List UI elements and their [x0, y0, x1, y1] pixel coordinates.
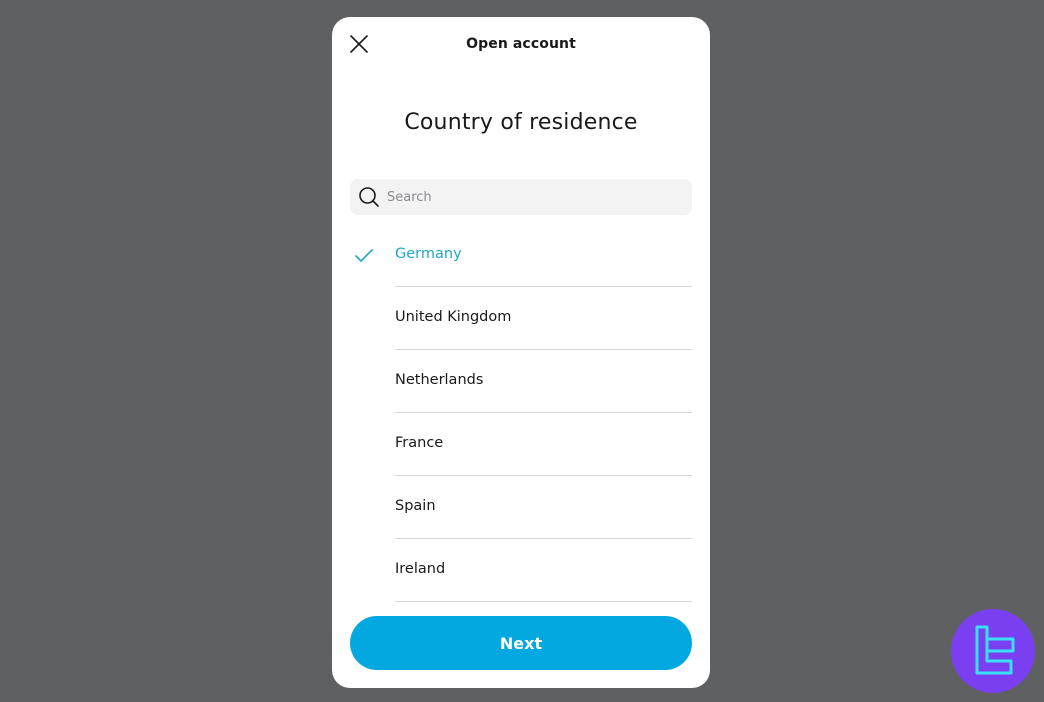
country-item-united-kingdom[interactable]: United Kingdom	[332, 287, 710, 350]
country-list: Germany United Kingdom Netherlands Franc…	[332, 224, 710, 602]
open-account-dialog: Open account Country of residence German…	[332, 17, 710, 688]
brand-logo-icon	[951, 609, 1035, 693]
dialog-title: Open account	[466, 36, 576, 52]
country-label: United Kingdom	[395, 309, 512, 325]
search-field[interactable]	[350, 179, 692, 215]
country-label: Ireland	[395, 561, 446, 577]
country-item-netherlands[interactable]: Netherlands	[332, 350, 710, 413]
search-input[interactable]	[387, 189, 677, 205]
next-button[interactable]: Next	[350, 616, 692, 670]
page-title: Country of residence	[404, 110, 638, 135]
country-item-spain[interactable]: Spain	[332, 476, 710, 539]
country-item-france[interactable]: France	[332, 413, 710, 476]
country-label: Germany	[395, 246, 462, 262]
country-item-germany[interactable]: Germany	[332, 224, 710, 287]
country-label: France	[395, 435, 444, 451]
checkmark-icon	[355, 249, 373, 262]
country-label: Spain	[395, 498, 436, 514]
search-icon	[358, 186, 380, 208]
country-label: Netherlands	[395, 372, 484, 388]
country-item-ireland[interactable]: Ireland	[332, 539, 710, 602]
divider	[395, 601, 692, 602]
